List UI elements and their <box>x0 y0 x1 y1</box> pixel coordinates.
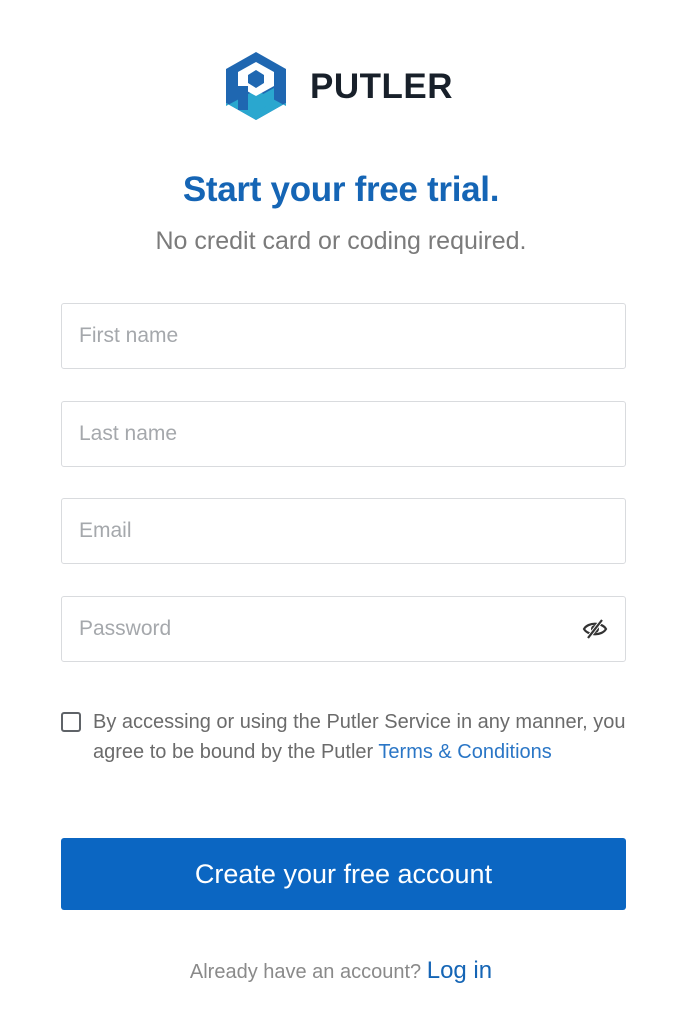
last-name-field-box <box>61 401 626 467</box>
brand-name: PUTLER <box>310 66 453 106</box>
password-input[interactable] <box>62 597 625 661</box>
login-link[interactable]: Log in <box>427 957 492 984</box>
terms-checkbox[interactable] <box>61 712 81 732</box>
page-subtitle: No credit card or coding required. <box>155 227 527 255</box>
login-prompt-text: Already have an account? <box>189 961 427 983</box>
terms-and-conditions-link[interactable]: Terms & Conditions <box>378 741 551 763</box>
password-field-box <box>61 596 626 662</box>
email-input[interactable] <box>62 499 625 563</box>
create-account-button[interactable]: Create your free account <box>61 838 626 910</box>
first-name-input[interactable] <box>62 304 625 368</box>
login-prompt: Already have an account? Log in <box>0 957 682 985</box>
terms-consent: By accessing or using the Putler Service… <box>61 707 631 767</box>
putler-cube-logo-icon <box>226 52 286 120</box>
last-name-input[interactable] <box>62 402 625 466</box>
eye-slash-icon[interactable] <box>582 617 608 641</box>
page-title: Start your free trial. <box>182 170 500 209</box>
putler-logo: PUTLER <box>224 50 453 122</box>
email-field-box <box>61 498 626 564</box>
terms-consent-text: By accessing or using the Putler Service… <box>93 707 631 767</box>
first-name-field-box <box>61 303 626 369</box>
